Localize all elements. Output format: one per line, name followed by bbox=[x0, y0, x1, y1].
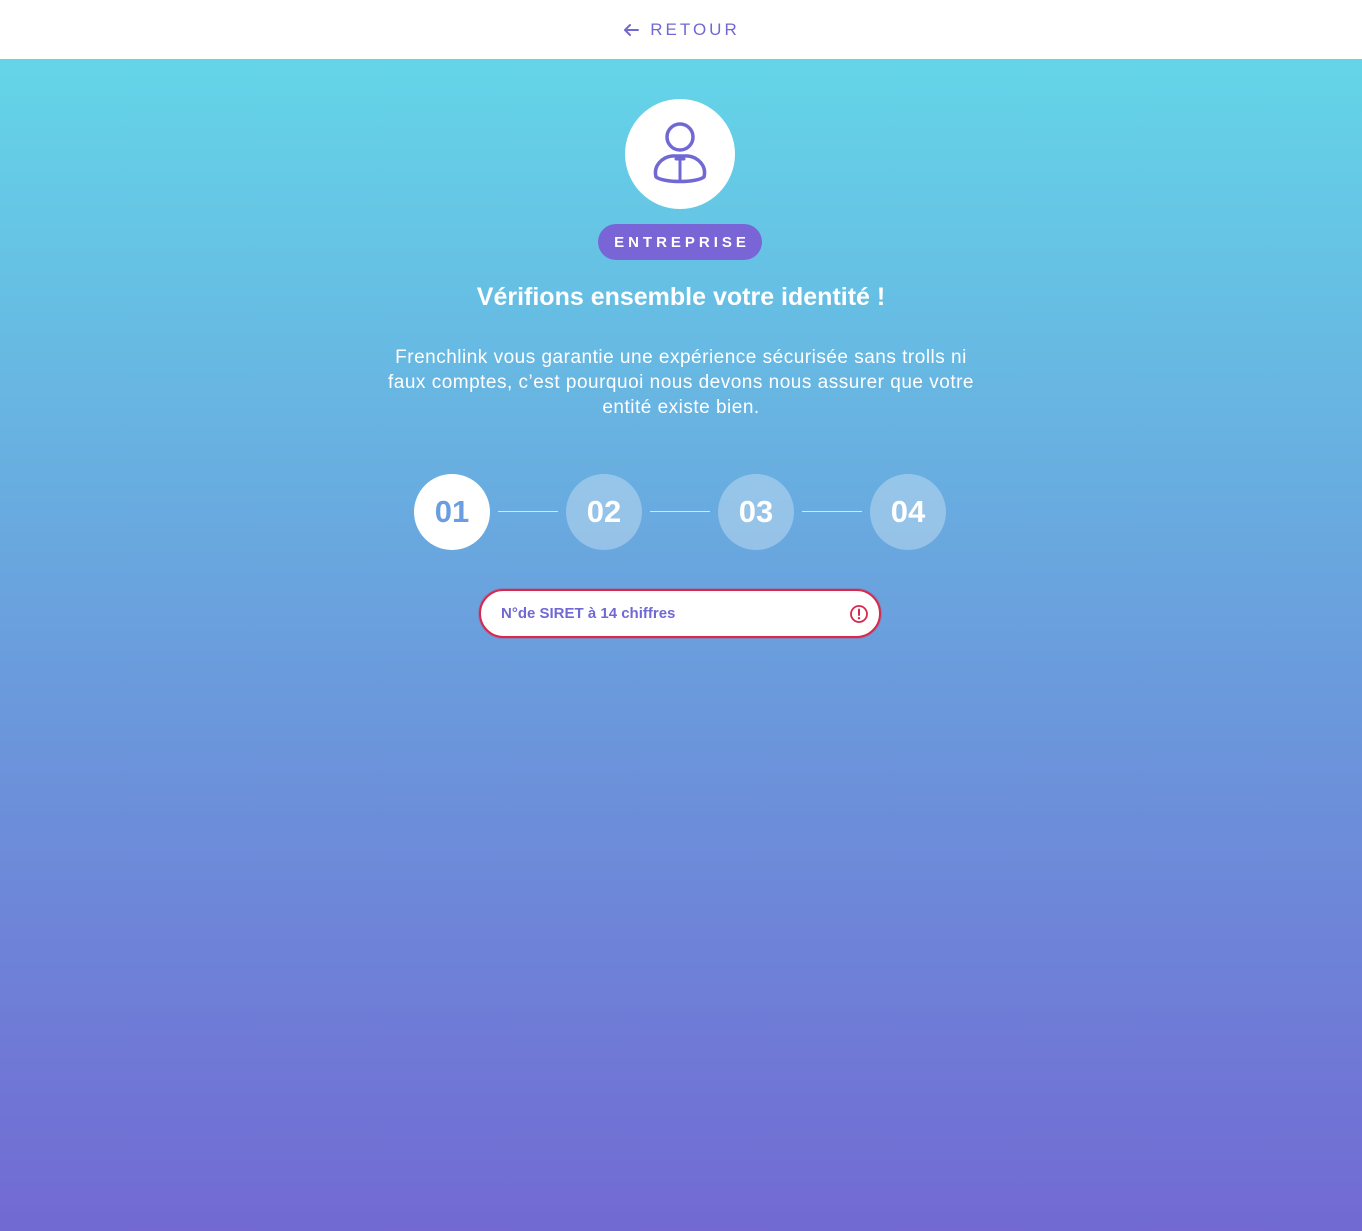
step-1: 01 bbox=[414, 474, 490, 550]
error-icon bbox=[850, 604, 868, 623]
siret-field[interactable] bbox=[479, 589, 881, 638]
avatar bbox=[625, 99, 735, 209]
back-label: RETOUR bbox=[650, 19, 740, 39]
step-connector bbox=[498, 511, 558, 512]
step-3: 03 bbox=[718, 474, 794, 550]
intro-text: Frenchlink vous garantie une expérience … bbox=[388, 347, 974, 418]
step-connector bbox=[650, 511, 710, 512]
page-title: Vérifions ensemble votre identité ! bbox=[476, 283, 886, 311]
back-button[interactable]: RETOUR bbox=[622, 20, 739, 40]
verification-panel: ENTREPRISE Vérifions ensemble votre iden… bbox=[0, 59, 1362, 1231]
arrow-left-icon bbox=[624, 23, 640, 36]
top-bar: RETOUR bbox=[0, 0, 1362, 59]
step-4: 04 bbox=[870, 474, 946, 550]
step-2: 02 bbox=[566, 474, 642, 550]
business-person-icon bbox=[653, 122, 707, 184]
siret-input[interactable] bbox=[501, 605, 849, 622]
account-type-badge: ENTREPRISE bbox=[598, 224, 762, 260]
step-connector bbox=[802, 511, 862, 512]
step-indicator: 01 02 03 04 bbox=[414, 474, 946, 550]
